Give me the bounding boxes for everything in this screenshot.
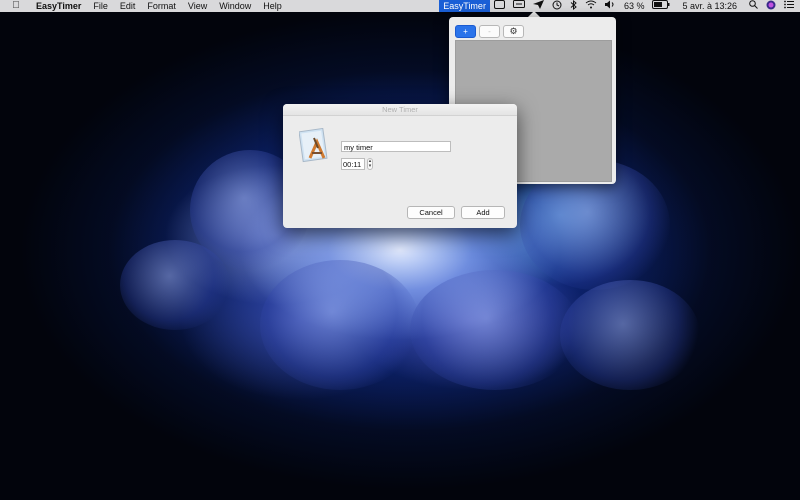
menu-help[interactable]: Help [257, 0, 288, 12]
timer-name-field[interactable]: my timer [341, 141, 451, 152]
wifi-icon[interactable] [581, 0, 601, 12]
menu-window[interactable]: Window [213, 0, 257, 12]
clock[interactable]: 5 avr. à 13:26 [674, 0, 745, 12]
spotlight-icon[interactable] [745, 0, 762, 12]
status-area: EasyTimer 63 % 5 avr. à 13:26 [439, 0, 800, 12]
wallpaper-cloud [120, 240, 230, 330]
menu-view[interactable]: View [182, 0, 213, 12]
menu-app-name[interactable]: EasyTimer [30, 0, 87, 12]
menu-file[interactable]: File [87, 0, 114, 12]
menu-format[interactable]: Format [141, 0, 182, 12]
bluetooth-icon[interactable] [566, 0, 581, 12]
duration-stepper[interactable]: ▴ ▾ [367, 158, 373, 170]
app-icon [299, 128, 328, 163]
status-cast-icon[interactable] [509, 0, 529, 12]
time-machine-icon[interactable] [548, 0, 566, 12]
new-timer-dialog: New Timer my timer 00:11 ▴ ▾ Cancel Add [283, 104, 517, 228]
menu-edit[interactable]: Edit [114, 0, 142, 12]
status-window-icon[interactable] [490, 0, 509, 12]
wallpaper-cloud [410, 270, 580, 390]
settings-gear-icon[interactable]: ⚙ [503, 25, 524, 38]
timer-duration-field[interactable]: 00:11 [341, 158, 365, 170]
cancel-button[interactable]: Cancel [407, 206, 455, 219]
dialog-title: New Timer [283, 104, 517, 116]
stepper-down-icon[interactable]: ▾ [368, 164, 372, 169]
siri-icon[interactable] [762, 0, 780, 12]
menu-bar:  EasyTimer File Edit Format View Window… [0, 0, 800, 12]
add-button[interactable]: Add [461, 206, 505, 219]
remove-timer-button[interactable]: - [479, 25, 500, 38]
wallpaper-cloud [260, 260, 420, 390]
status-easytimer[interactable]: EasyTimer [439, 0, 490, 12]
volume-icon[interactable] [601, 0, 620, 12]
wallpaper-cloud [560, 280, 700, 390]
battery-icon[interactable] [648, 0, 674, 12]
battery-percent[interactable]: 63 % [620, 0, 649, 12]
desktop-wallpaper [0, 0, 800, 500]
add-timer-button[interactable]: + [455, 25, 476, 38]
notification-center-icon[interactable] [780, 0, 800, 12]
apple-menu-icon[interactable]:  [8, 0, 24, 12]
